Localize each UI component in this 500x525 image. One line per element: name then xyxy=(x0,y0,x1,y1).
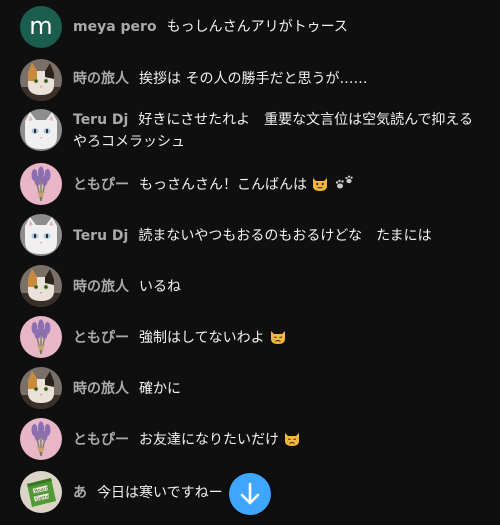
message-body: もっさんさん！こんばんは xyxy=(139,177,307,193)
lavender-avatar[interactable] xyxy=(20,316,62,358)
author-name[interactable]: meya pero xyxy=(73,19,157,35)
chat-message: 時の旅人 いるね xyxy=(0,265,500,309)
message-body: いるね xyxy=(139,279,181,295)
chat-message: Teru Dj 好きにさせたれよ 重要な文言位は空気読んで抑えるやろコメラッシュ xyxy=(0,109,500,153)
message-text: ともぴー もっさんさん！こんばんは xyxy=(73,174,473,196)
white-cat-avatar[interactable] xyxy=(20,109,62,151)
chat-message: 時の旅人 挨拶は その人の勝手だと思うが…… xyxy=(0,59,500,103)
smiling-cat-emoji xyxy=(311,174,329,192)
author-name[interactable]: 時の旅人 xyxy=(73,71,129,87)
crying-cat-emoji xyxy=(269,327,287,345)
message-text: あ今日は寒いですねー xyxy=(73,482,473,504)
message-body: 好きにさせたれよ 重要な文言位は空気読んで抑えるやろコメラッシュ xyxy=(73,112,473,150)
paw-prints-emoji xyxy=(334,174,356,192)
arrow-down-icon xyxy=(240,482,260,505)
lavender-avatar[interactable] xyxy=(20,163,62,205)
crying-cat-emoji xyxy=(283,429,301,447)
author-name[interactable]: 時の旅人 xyxy=(73,381,129,397)
scroll-to-bottom-button[interactable] xyxy=(229,473,271,515)
white-cat-avatar[interactable] xyxy=(20,214,62,256)
message-body: 確かに xyxy=(139,381,181,397)
message-text: 時の旅人 確かに xyxy=(73,378,473,400)
message-text: ともぴー 強制はしてないわよ xyxy=(73,327,473,349)
chat-message: Teru Dj 読まないやつもおるのもおるけどな たまには xyxy=(0,214,500,258)
chat-message: m meya pero もっしんさんアリがトゥース xyxy=(0,6,500,50)
message-text: Teru Dj 好きにさせたれよ 重要な文言位は空気読んで抑えるやろコメラッシュ xyxy=(73,109,473,153)
chat-message: ともぴー お友達になりたいだけ xyxy=(0,418,500,462)
author-name[interactable]: Teru Dj xyxy=(73,228,128,244)
message-body: 今日は寒いですねー xyxy=(97,485,223,501)
chat-message: ともぴー 強制はしてないわよ xyxy=(0,316,500,360)
message-body: 読まないやつもおるのもおるけどな たまには xyxy=(138,228,432,244)
author-name[interactable]: ともぴー xyxy=(73,330,129,346)
avatar-letter: m xyxy=(29,12,53,40)
lavender-avatar[interactable] xyxy=(20,418,62,460)
calico-cat-avatar[interactable] xyxy=(20,265,62,307)
author-name[interactable]: あ xyxy=(73,485,87,501)
calico-cat-avatar[interactable] xyxy=(20,59,62,101)
message-text: Teru Dj 読まないやつもおるのもおるけどな たまには xyxy=(73,225,473,247)
chat-message: ともぴー もっさんさん！こんばんは xyxy=(0,163,500,207)
chat-message-list[interactable]: m meya pero もっしんさんアリがトゥース 時の旅人 挨拶は その人の勝手だ… xyxy=(0,0,500,525)
message-text: meya pero もっしんさんアリがトゥース xyxy=(73,16,473,38)
message-body: お友達になりたいだけ xyxy=(139,432,279,448)
board-game-avatar[interactable] xyxy=(20,471,62,513)
author-name[interactable]: Teru Dj xyxy=(73,112,128,128)
letter-m-avatar[interactable]: m xyxy=(20,6,62,48)
message-body: 挨拶は その人の勝手だと思うが…… xyxy=(139,71,368,87)
author-name[interactable]: ともぴー xyxy=(73,432,129,448)
author-name[interactable]: 時の旅人 xyxy=(73,279,129,295)
message-text: ともぴー お友達になりたいだけ xyxy=(73,429,473,451)
chat-message: 時の旅人 確かに xyxy=(0,367,500,411)
author-name[interactable]: ともぴー xyxy=(73,177,129,193)
message-body: もっしんさんアリがトゥース xyxy=(166,19,348,35)
message-text: 時の旅人 いるね xyxy=(73,276,473,298)
message-text: 時の旅人 挨拶は その人の勝手だと思うが…… xyxy=(73,68,473,90)
calico-cat-avatar[interactable] xyxy=(20,367,62,409)
message-body: 強制はしてないわよ xyxy=(139,330,265,346)
